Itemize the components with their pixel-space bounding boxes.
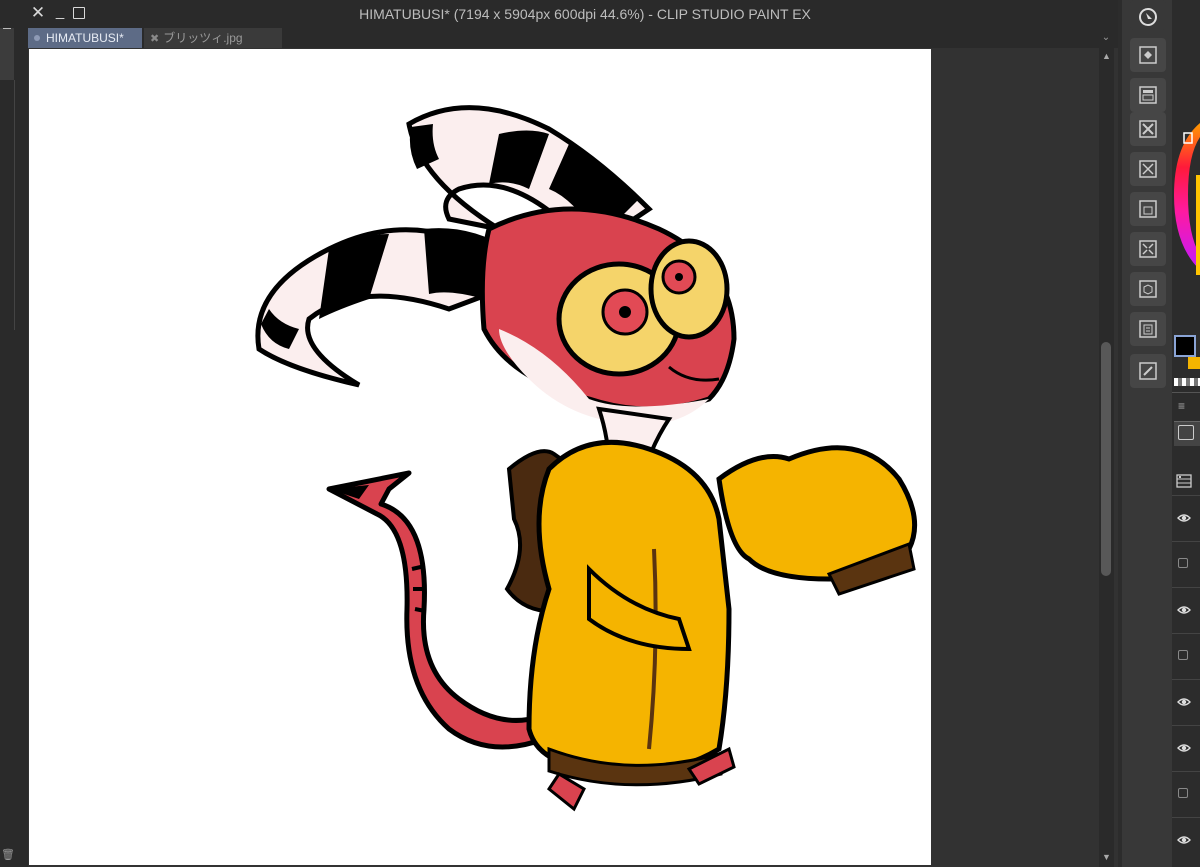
layer-panel-menu-icon[interactable]: ≡ xyxy=(1178,400,1190,412)
navigator-icon xyxy=(1139,8,1157,26)
sub-color-swatch[interactable] xyxy=(1188,357,1200,369)
unsaved-dot-icon xyxy=(34,35,40,41)
minimize-window-button[interactable]: _ xyxy=(50,3,70,23)
close-tab-icon[interactable]: ✖ xyxy=(150,29,159,49)
layer-property-icon xyxy=(1139,46,1157,64)
color-wheel[interactable] xyxy=(1172,115,1200,275)
3d-object-button[interactable] xyxy=(1130,272,1166,306)
tab-blitzy-jpg[interactable]: ✖ ブリッツィ.jpg xyxy=(144,28,282,48)
close-window-button[interactable]: ✕ xyxy=(28,3,48,23)
layer-row[interactable] xyxy=(1172,679,1200,727)
maximize-window-button[interactable] xyxy=(73,7,85,19)
layer-row[interactable] xyxy=(1172,587,1200,635)
sub-view-icon xyxy=(1139,86,1157,104)
visibility-checkbox[interactable] xyxy=(1178,788,1188,798)
document-tab-bar: HIMATUBUSI* ✖ ブリッツィ.jpg xyxy=(28,28,1118,48)
main-color-swatch[interactable] xyxy=(1174,335,1196,357)
eye-icon[interactable] xyxy=(1177,603,1191,617)
eye-icon[interactable] xyxy=(1177,741,1191,755)
panel-divider xyxy=(1172,392,1200,393)
panel-divider xyxy=(14,80,15,330)
close-panel-button[interactable] xyxy=(1130,112,1166,146)
navigator-button[interactable] xyxy=(1130,0,1166,30)
tool-property-icon xyxy=(1139,240,1157,258)
transparent-color-swatch[interactable] xyxy=(1174,378,1200,386)
scroll-down-icon[interactable]: ▼ xyxy=(1099,851,1114,863)
eye-icon[interactable] xyxy=(1177,695,1191,709)
sub-view-button[interactable] xyxy=(1130,78,1166,112)
history-icon xyxy=(1139,362,1157,380)
scrollbar-thumb[interactable] xyxy=(1101,342,1111,576)
window-title: HIMATUBUSI* (7194 x 5904px 600dpi 44.6%)… xyxy=(359,6,811,22)
3d-object-icon xyxy=(1139,280,1157,298)
layer-row[interactable] xyxy=(1172,771,1200,819)
tab-label: HIMATUBUSI* xyxy=(46,31,124,45)
scroll-up-icon[interactable]: ▲ xyxy=(1099,50,1114,62)
visibility-checkbox[interactable] xyxy=(1178,558,1188,568)
drawing-canvas[interactable] xyxy=(29,49,931,865)
layer-row[interactable] xyxy=(1172,495,1200,543)
layer-panel-tab-icon xyxy=(1178,425,1194,440)
material-icon xyxy=(1139,160,1157,178)
tab-himatubusi[interactable]: HIMATUBUSI* xyxy=(28,28,142,48)
character-artwork xyxy=(255,105,918,812)
tool-property-button[interactable] xyxy=(1130,232,1166,266)
tab-list-chevron-icon[interactable]: ⌄ xyxy=(1098,28,1114,48)
layer-row[interactable] xyxy=(1172,817,1200,865)
material-button[interactable] xyxy=(1130,152,1166,186)
layer-row[interactable] xyxy=(1172,725,1200,773)
layer-row[interactable] xyxy=(1172,541,1200,589)
visibility-checkbox[interactable] xyxy=(1178,650,1188,660)
auto-action-icon xyxy=(1139,200,1157,218)
history-button[interactable] xyxy=(1130,354,1166,388)
eye-icon[interactable] xyxy=(1177,833,1191,847)
layer-property-button[interactable] xyxy=(1130,38,1166,72)
trash-icon[interactable]: 🗑 xyxy=(1,848,15,862)
layer-list-icon[interactable] xyxy=(1176,474,1192,488)
layer-search-icon xyxy=(1139,320,1157,338)
tab-label: ブリッツィ.jpg xyxy=(163,31,243,45)
close-panel-icon xyxy=(1139,120,1157,138)
layer-search-button[interactable] xyxy=(1130,312,1166,346)
eye-icon[interactable] xyxy=(1177,511,1191,525)
auto-action-button[interactable] xyxy=(1130,192,1166,226)
layer-row[interactable] xyxy=(1172,633,1200,681)
